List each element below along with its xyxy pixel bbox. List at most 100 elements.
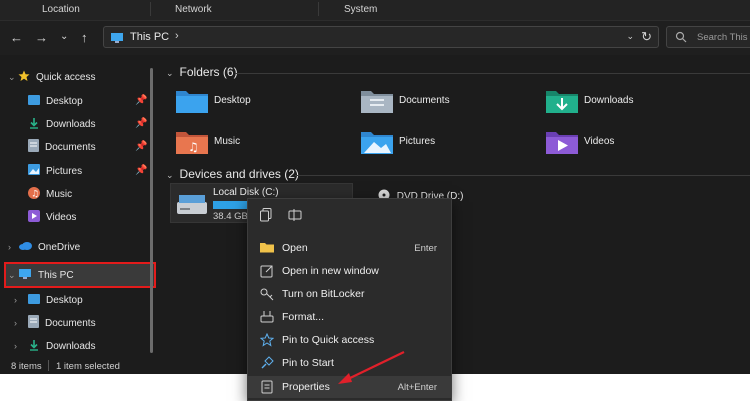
folder-pictures[interactable]: Pictures bbox=[360, 127, 435, 155]
pin-icon bbox=[260, 356, 274, 370]
chevron-down-icon[interactable]: ⌄ bbox=[166, 68, 174, 78]
menu-item-pin-start[interactable]: Pin to Start bbox=[248, 352, 451, 374]
refresh-icon[interactable]: ↻ bbox=[641, 29, 652, 45]
menu-item-label: Properties bbox=[282, 381, 330, 393]
selection-count: 1 item selected bbox=[56, 361, 120, 372]
sidebar-item-label: Desktop bbox=[46, 95, 83, 107]
folder-label: Pictures bbox=[399, 135, 436, 147]
menu-item-label: Pin to Start bbox=[282, 357, 334, 369]
sidebar-item-label: Documents bbox=[45, 317, 96, 329]
drives-header-label: Devices and drives (2) bbox=[179, 167, 299, 181]
chevron-right-icon[interactable]: › bbox=[14, 318, 24, 328]
menu-item-pin-quick-access[interactable]: Pin to Quick access bbox=[248, 329, 451, 351]
sidebar-item-this-pc[interactable]: ⌄ This PC bbox=[8, 265, 74, 285]
desktop-folder-icon bbox=[175, 86, 209, 114]
folder-label: Documents bbox=[399, 94, 450, 106]
forward-arrow-icon[interactable]: → bbox=[35, 31, 48, 45]
back-arrow-icon[interactable]: ← bbox=[10, 31, 23, 45]
search-icon bbox=[675, 31, 687, 46]
sidebar-item-label: Downloads bbox=[46, 118, 96, 130]
downloads-folder-icon bbox=[28, 117, 40, 132]
open-folder-icon bbox=[260, 241, 274, 255]
drives-section-header[interactable]: ⌄ Devices and drives (2) bbox=[166, 167, 299, 181]
address-bar[interactable]: This PC › ⌄ ↻ bbox=[103, 26, 659, 48]
pictures-folder-icon bbox=[28, 164, 40, 178]
sidebar-item-this-pc-downloads[interactable]: › Downloads bbox=[14, 336, 95, 356]
videos-folder-icon bbox=[545, 127, 579, 155]
chevron-down-icon[interactable]: ⌄ bbox=[8, 72, 18, 83]
menu-item-label: Pin to Quick access bbox=[282, 334, 375, 346]
menu-item-open[interactable]: Open Enter bbox=[248, 237, 451, 259]
folder-label: Downloads bbox=[584, 94, 634, 106]
pictures-folder-icon bbox=[360, 127, 394, 155]
ribbon-group-network[interactable]: Network bbox=[175, 4, 212, 15]
context-menu: Open Enter Open in new window Turn on Bi… bbox=[247, 198, 452, 401]
chevron-right-icon[interactable]: › bbox=[14, 341, 24, 351]
rename-icon[interactable] bbox=[288, 208, 302, 225]
search-box[interactable]: Search This PC bbox=[666, 26, 750, 48]
sidebar-item-label: OneDrive bbox=[38, 241, 81, 253]
menu-item-label: Open bbox=[282, 242, 308, 254]
sidebar-item-downloads[interactable]: Downloads bbox=[28, 114, 95, 134]
pin-icon[interactable]: 📌 bbox=[135, 165, 147, 176]
sidebar-item-pictures[interactable]: Pictures bbox=[28, 161, 82, 181]
folder-videos[interactable]: Videos bbox=[545, 127, 614, 155]
ribbon-bar: Location Network System bbox=[0, 0, 750, 21]
sidebar-scrollbar[interactable] bbox=[150, 68, 153, 353]
up-arrow-icon[interactable]: ↑ bbox=[81, 31, 88, 45]
format-icon bbox=[260, 310, 274, 324]
section-divider bbox=[235, 73, 750, 74]
svg-text:♫: ♫ bbox=[188, 140, 199, 154]
sidebar-item-label: Desktop bbox=[46, 294, 83, 306]
menu-item-open-new-window[interactable]: Open in new window bbox=[248, 260, 451, 282]
sidebar-item-music[interactable]: ♫ Music bbox=[28, 184, 72, 204]
sidebar-item-desktop[interactable]: Desktop bbox=[28, 91, 83, 111]
music-folder-icon: ♫ bbox=[28, 186, 40, 202]
sidebar-item-this-pc-desktop[interactable]: › Desktop bbox=[14, 290, 83, 310]
menu-item-label: Format... bbox=[282, 311, 325, 323]
sidebar-item-quick-access[interactable]: ⌄ Quick access bbox=[8, 67, 95, 87]
computer-icon bbox=[110, 32, 124, 47]
search-placeholder: Search This PC bbox=[697, 32, 750, 43]
chevron-down-icon[interactable]: ⌄ bbox=[626, 31, 634, 42]
folder-downloads[interactable]: Downloads bbox=[545, 86, 633, 114]
ribbon-group-system[interactable]: System bbox=[344, 4, 377, 15]
section-divider bbox=[295, 175, 750, 176]
folder-music[interactable]: ♫ Music bbox=[175, 127, 240, 155]
menu-item-format[interactable]: Format... bbox=[248, 306, 451, 328]
chevron-down-icon[interactable]: ⌄ bbox=[8, 270, 18, 281]
ribbon-divider bbox=[318, 2, 319, 16]
chevron-right-icon[interactable]: › bbox=[175, 30, 179, 42]
menu-shortcut: Enter bbox=[414, 242, 437, 254]
svg-text:♫: ♫ bbox=[31, 189, 39, 199]
downloads-folder-icon bbox=[545, 86, 579, 114]
menu-item-bitlocker[interactable]: Turn on BitLocker bbox=[248, 283, 451, 305]
address-path[interactable]: This PC bbox=[130, 31, 169, 43]
folder-documents[interactable]: Documents bbox=[360, 86, 450, 114]
folders-section-header[interactable]: ⌄ Folders (6) bbox=[166, 65, 238, 79]
documents-folder-icon bbox=[28, 315, 39, 331]
menu-item-properties[interactable]: Properties Alt+Enter bbox=[248, 376, 451, 398]
pin-icon[interactable]: 📌 bbox=[135, 118, 147, 129]
folder-desktop[interactable]: Desktop bbox=[175, 86, 251, 114]
sidebar-item-label: Documents bbox=[45, 141, 96, 153]
star-icon bbox=[18, 70, 30, 85]
chevron-right-icon[interactable]: › bbox=[14, 295, 24, 305]
chevron-down-icon[interactable]: ⌄ bbox=[166, 170, 174, 180]
pin-icon[interactable]: 📌 bbox=[135, 141, 147, 152]
sidebar-item-label: Quick access bbox=[36, 71, 96, 83]
sidebar-item-documents[interactable]: Documents bbox=[28, 137, 96, 157]
ribbon-group-location[interactable]: Location bbox=[42, 4, 80, 15]
sidebar-item-onedrive[interactable]: › OneDrive bbox=[8, 237, 80, 257]
item-count: 8 items bbox=[11, 361, 42, 372]
sidebar-item-videos[interactable]: Videos bbox=[28, 207, 76, 227]
pin-icon[interactable]: 📌 bbox=[135, 95, 147, 106]
downloads-folder-icon bbox=[28, 339, 40, 354]
copy-icon[interactable] bbox=[260, 208, 272, 225]
chevron-right-icon[interactable]: › bbox=[8, 242, 18, 252]
recent-locations-chevron-icon[interactable]: ⌄ bbox=[60, 30, 68, 44]
menu-item-label: Open in new window bbox=[282, 265, 379, 277]
menu-item-label: Turn on BitLocker bbox=[282, 288, 365, 300]
sidebar-item-this-pc-documents[interactable]: › Documents bbox=[14, 313, 96, 333]
sidebar-item-label: Pictures bbox=[46, 165, 83, 177]
